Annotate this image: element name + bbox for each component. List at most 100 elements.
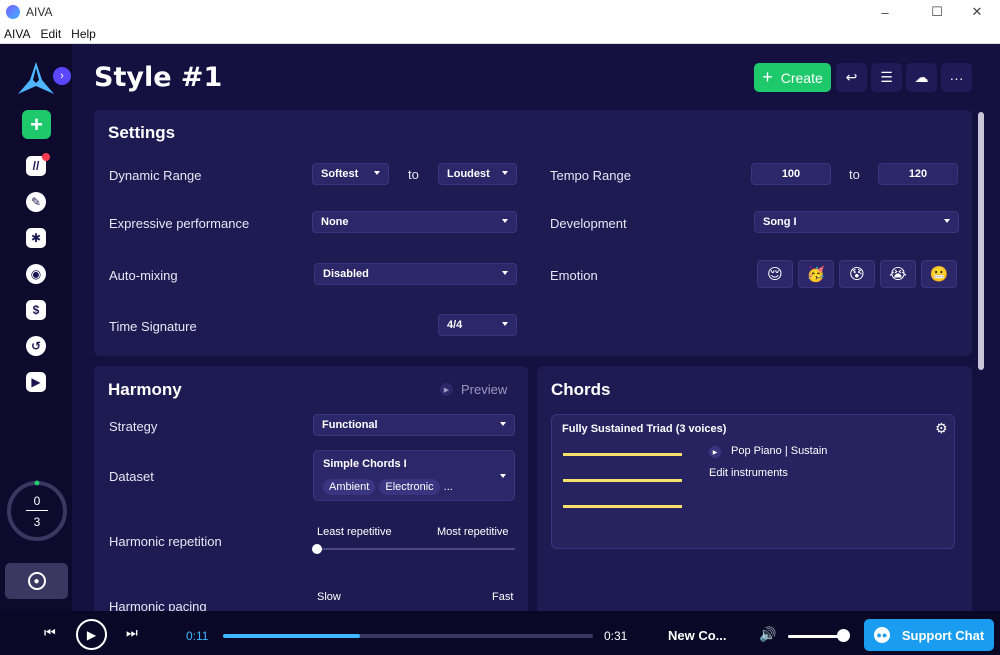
pacing-min-label: Slow — [317, 591, 341, 603]
dropdown-caret-icon — [500, 422, 506, 426]
emotion-crying-button[interactable]: 😭 — [880, 260, 916, 288]
preview-label: Preview — [461, 382, 508, 397]
chords-heading: Chords — [551, 380, 611, 399]
volume-thumb[interactable] — [837, 629, 851, 642]
strategy-label: Strategy — [109, 419, 158, 434]
expand-sidebar-chevron-icon[interactable]: › — [53, 67, 71, 85]
tempo-to-input[interactable]: 120 — [878, 163, 958, 185]
dataset-tag: Electronic — [379, 479, 440, 495]
next-track-icon[interactable]: ⏭ — [126, 625, 138, 641]
volume-icon[interactable]: 🔊 — [759, 626, 776, 643]
dynamic-to-word: to — [408, 167, 419, 182]
strategy-value: Functional — [322, 419, 378, 431]
repetition-min-label: Least repetitive — [317, 526, 392, 538]
more-options-button[interactable]: ··· — [941, 63, 972, 92]
total-duration: 0:31 — [604, 629, 628, 643]
dynamic-range-label: Dynamic Range — [109, 168, 202, 183]
tempo-from-input[interactable]: 100 — [751, 163, 831, 185]
dynamic-from-select[interactable]: Softest — [312, 163, 389, 185]
dropdown-caret-icon — [500, 474, 506, 478]
dataset-more: ... — [443, 481, 453, 493]
dynamic-to-value: Loudest — [447, 168, 490, 180]
strategy-select[interactable]: Functional — [313, 414, 515, 436]
settings-panel: Settings Dynamic Range Softest to Loudes… — [94, 110, 972, 356]
chord-card[interactable]: Fully Sustained Triad (3 voices) ⚙ ▶ Pop… — [551, 414, 955, 549]
tempo-range-label: Tempo Range — [550, 168, 631, 183]
time-signature-select[interactable]: 4/4 — [438, 314, 517, 336]
close-button[interactable]: ✕ — [954, 0, 1000, 24]
play-icon: ▶ — [86, 627, 97, 642]
chord-line — [563, 479, 682, 482]
credits-ring — [7, 480, 67, 541]
harmonic-repetition-label: Harmonic repetition — [109, 534, 222, 549]
dollar-icon[interactable]: $ — [26, 300, 46, 320]
preview-button[interactable]: ▶ Preview — [440, 382, 507, 397]
support-chat-label: Support Chat — [901, 627, 985, 643]
emotion-relieved-button[interactable]: 😌 — [757, 260, 793, 288]
dynamic-to-select[interactable]: Loudest — [438, 163, 517, 185]
user-avatar-icon: ● — [27, 572, 46, 590]
emotion-grimace-button[interactable]: 😬 — [921, 260, 957, 288]
account-button[interactable]: ● — [5, 563, 68, 599]
app-logo-icon — [6, 5, 20, 19]
development-select[interactable]: Song I — [754, 211, 959, 233]
elapsed-time: 0:11 — [186, 629, 209, 643]
undo-button[interactable]: ↩ — [836, 63, 867, 92]
dataset-select[interactable]: Simple Chords I Ambient Electronic... — [313, 450, 515, 501]
create-button[interactable]: + Create — [754, 63, 831, 92]
cloud-upload-icon: ☁ — [914, 69, 929, 85]
dropdown-caret-icon — [502, 322, 508, 326]
list-button[interactable]: ☰ — [871, 63, 902, 92]
harmony-panel: Harmony ▶ Preview Strategy Functional Da… — [94, 366, 528, 611]
emotion-party-button[interactable]: 🥳 — [798, 260, 834, 288]
radio-icon[interactable]: ◉ — [26, 264, 46, 284]
time-signature-value: 4/4 — [447, 319, 463, 331]
chords-panel: Chords Fully Sustained Triad (3 voices) … — [537, 366, 972, 611]
support-chat-button[interactable]: ●● Support Chat — [864, 619, 994, 651]
main-scrollbar[interactable] — [978, 112, 984, 370]
dataset-label: Dataset — [109, 469, 154, 484]
player-bar: ⏮ ▶ ⏭ 0:11 0:31 New Co... 🔊 ●● Support C… — [0, 611, 1000, 655]
create-label: Create — [780, 69, 823, 86]
preview-play-icon: ▶ — [440, 383, 453, 396]
main-area: Style #1 + Create ↩ ☰ ☁ ··· Settings Dyn… — [72, 44, 1000, 611]
harmony-heading: Harmony — [108, 380, 182, 399]
emotion-anxious-button[interactable]: 😰 — [839, 260, 875, 288]
harmonic-pacing-label: Harmonic pacing — [109, 599, 207, 611]
menu-help[interactable]: Help — [71, 27, 96, 41]
edit-instruments-link[interactable]: Edit instruments — [709, 467, 788, 479]
chat-bubble-icon: ●● — [873, 627, 890, 643]
history-icon[interactable]: ↺ — [26, 336, 46, 356]
cloud-upload-button[interactable]: ☁ — [906, 63, 937, 92]
settings-heading: Settings — [108, 123, 176, 142]
menu-edit[interactable]: Edit — [40, 27, 61, 41]
chord-card-title: Fully Sustained Triad (3 voices) — [562, 423, 727, 435]
new-track-plus-icon[interactable]: + — [22, 110, 51, 139]
repetition-slider-thumb[interactable] — [312, 544, 322, 554]
instrument-play-icon[interactable]: ▶ — [709, 446, 721, 458]
aiva-logo-icon — [18, 62, 54, 94]
undo-arrow-icon: ↩ — [845, 69, 858, 85]
fan-icon[interactable]: ✱ — [26, 228, 46, 248]
auto-mixing-label: Auto-mixing — [109, 268, 178, 283]
tempo-to-word: to — [849, 167, 860, 182]
auto-mixing-select[interactable]: Disabled — [314, 263, 517, 285]
progress-fill — [223, 634, 360, 638]
expressive-value: None — [321, 216, 349, 228]
gear-icon[interactable]: ⚙ — [935, 420, 948, 437]
pacing-max-label: Fast — [492, 591, 514, 603]
play-square-icon[interactable]: ▶ — [26, 372, 46, 392]
menu-bar: AIVA Edit Help — [0, 24, 1000, 44]
emotion-label: Emotion — [550, 268, 598, 283]
pencil-icon[interactable]: ✎ — [26, 192, 46, 212]
progress-track[interactable] — [223, 634, 593, 638]
menu-aiva[interactable]: AIVA — [4, 27, 30, 41]
repetition-slider-track[interactable] — [317, 548, 515, 550]
previous-track-icon[interactable]: ⏮ — [44, 625, 56, 641]
minimize-button[interactable]: – — [862, 0, 908, 24]
play-button[interactable]: ▶ — [76, 619, 107, 650]
instrument-name: Pop Piano | Sustain — [731, 445, 828, 457]
development-label: Development — [550, 216, 627, 231]
credits-total: 3 — [33, 515, 41, 529]
expressive-performance-select[interactable]: None — [312, 211, 517, 233]
